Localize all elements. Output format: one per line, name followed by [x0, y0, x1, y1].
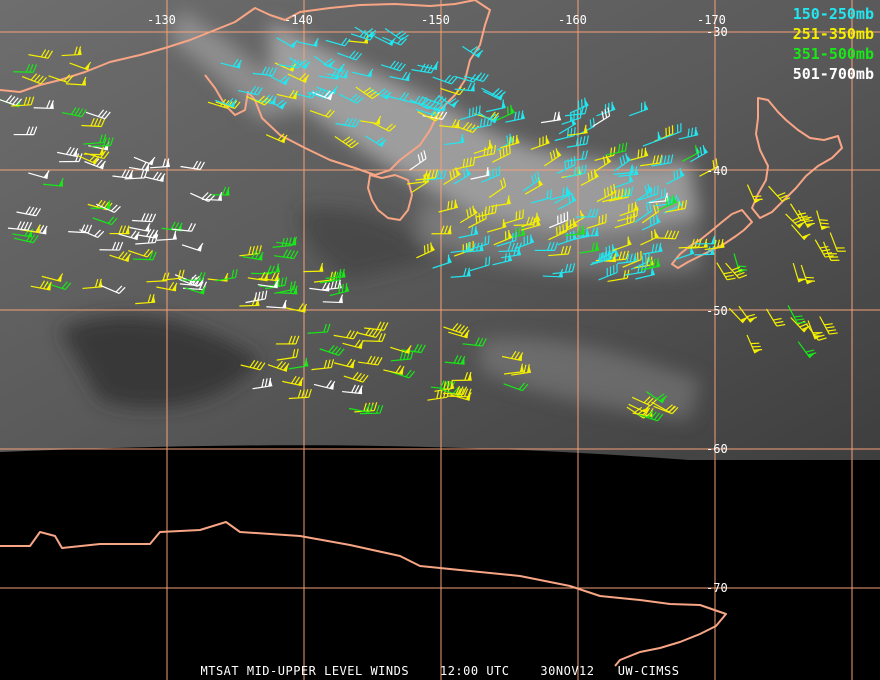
caption-source: UW-CIMSS [617, 664, 680, 678]
caption-product: MTSAT MID-UPPER LEVEL WINDS [200, 664, 410, 678]
lat-label-60: -60 [706, 442, 728, 456]
product-caption: MTSAT MID-UPPER LEVEL WINDS 12:00 UTC 30… [0, 664, 880, 678]
legend-item-351-500mb: 351-500mb [792, 45, 874, 63]
lon-label-130: -130 [147, 13, 176, 27]
lat-label-70: -70 [706, 581, 728, 595]
caption-time: 12:00 UTC [439, 664, 510, 678]
legend-item-501-700mb: 501-700mb [792, 65, 874, 83]
lat-label-40: -40 [706, 164, 728, 178]
lon-label-150: -150 [421, 13, 450, 27]
legend-item-150-250mb: 150-250mb [792, 5, 874, 23]
lat-label-30: -30 [706, 25, 728, 39]
pressure-legend: 150-250mb 251-350mb 351-500mb 501-700mb [793, 4, 874, 84]
legend-item-251-350mb: 251-350mb [792, 25, 874, 43]
lon-label-140: -140 [284, 13, 313, 27]
map-canvas [0, 0, 880, 680]
lon-label-160: -160 [558, 13, 587, 27]
caption-date: 30NOV12 [540, 664, 595, 678]
lat-label-50: -50 [706, 304, 728, 318]
satellite-imagery [0, 0, 880, 680]
